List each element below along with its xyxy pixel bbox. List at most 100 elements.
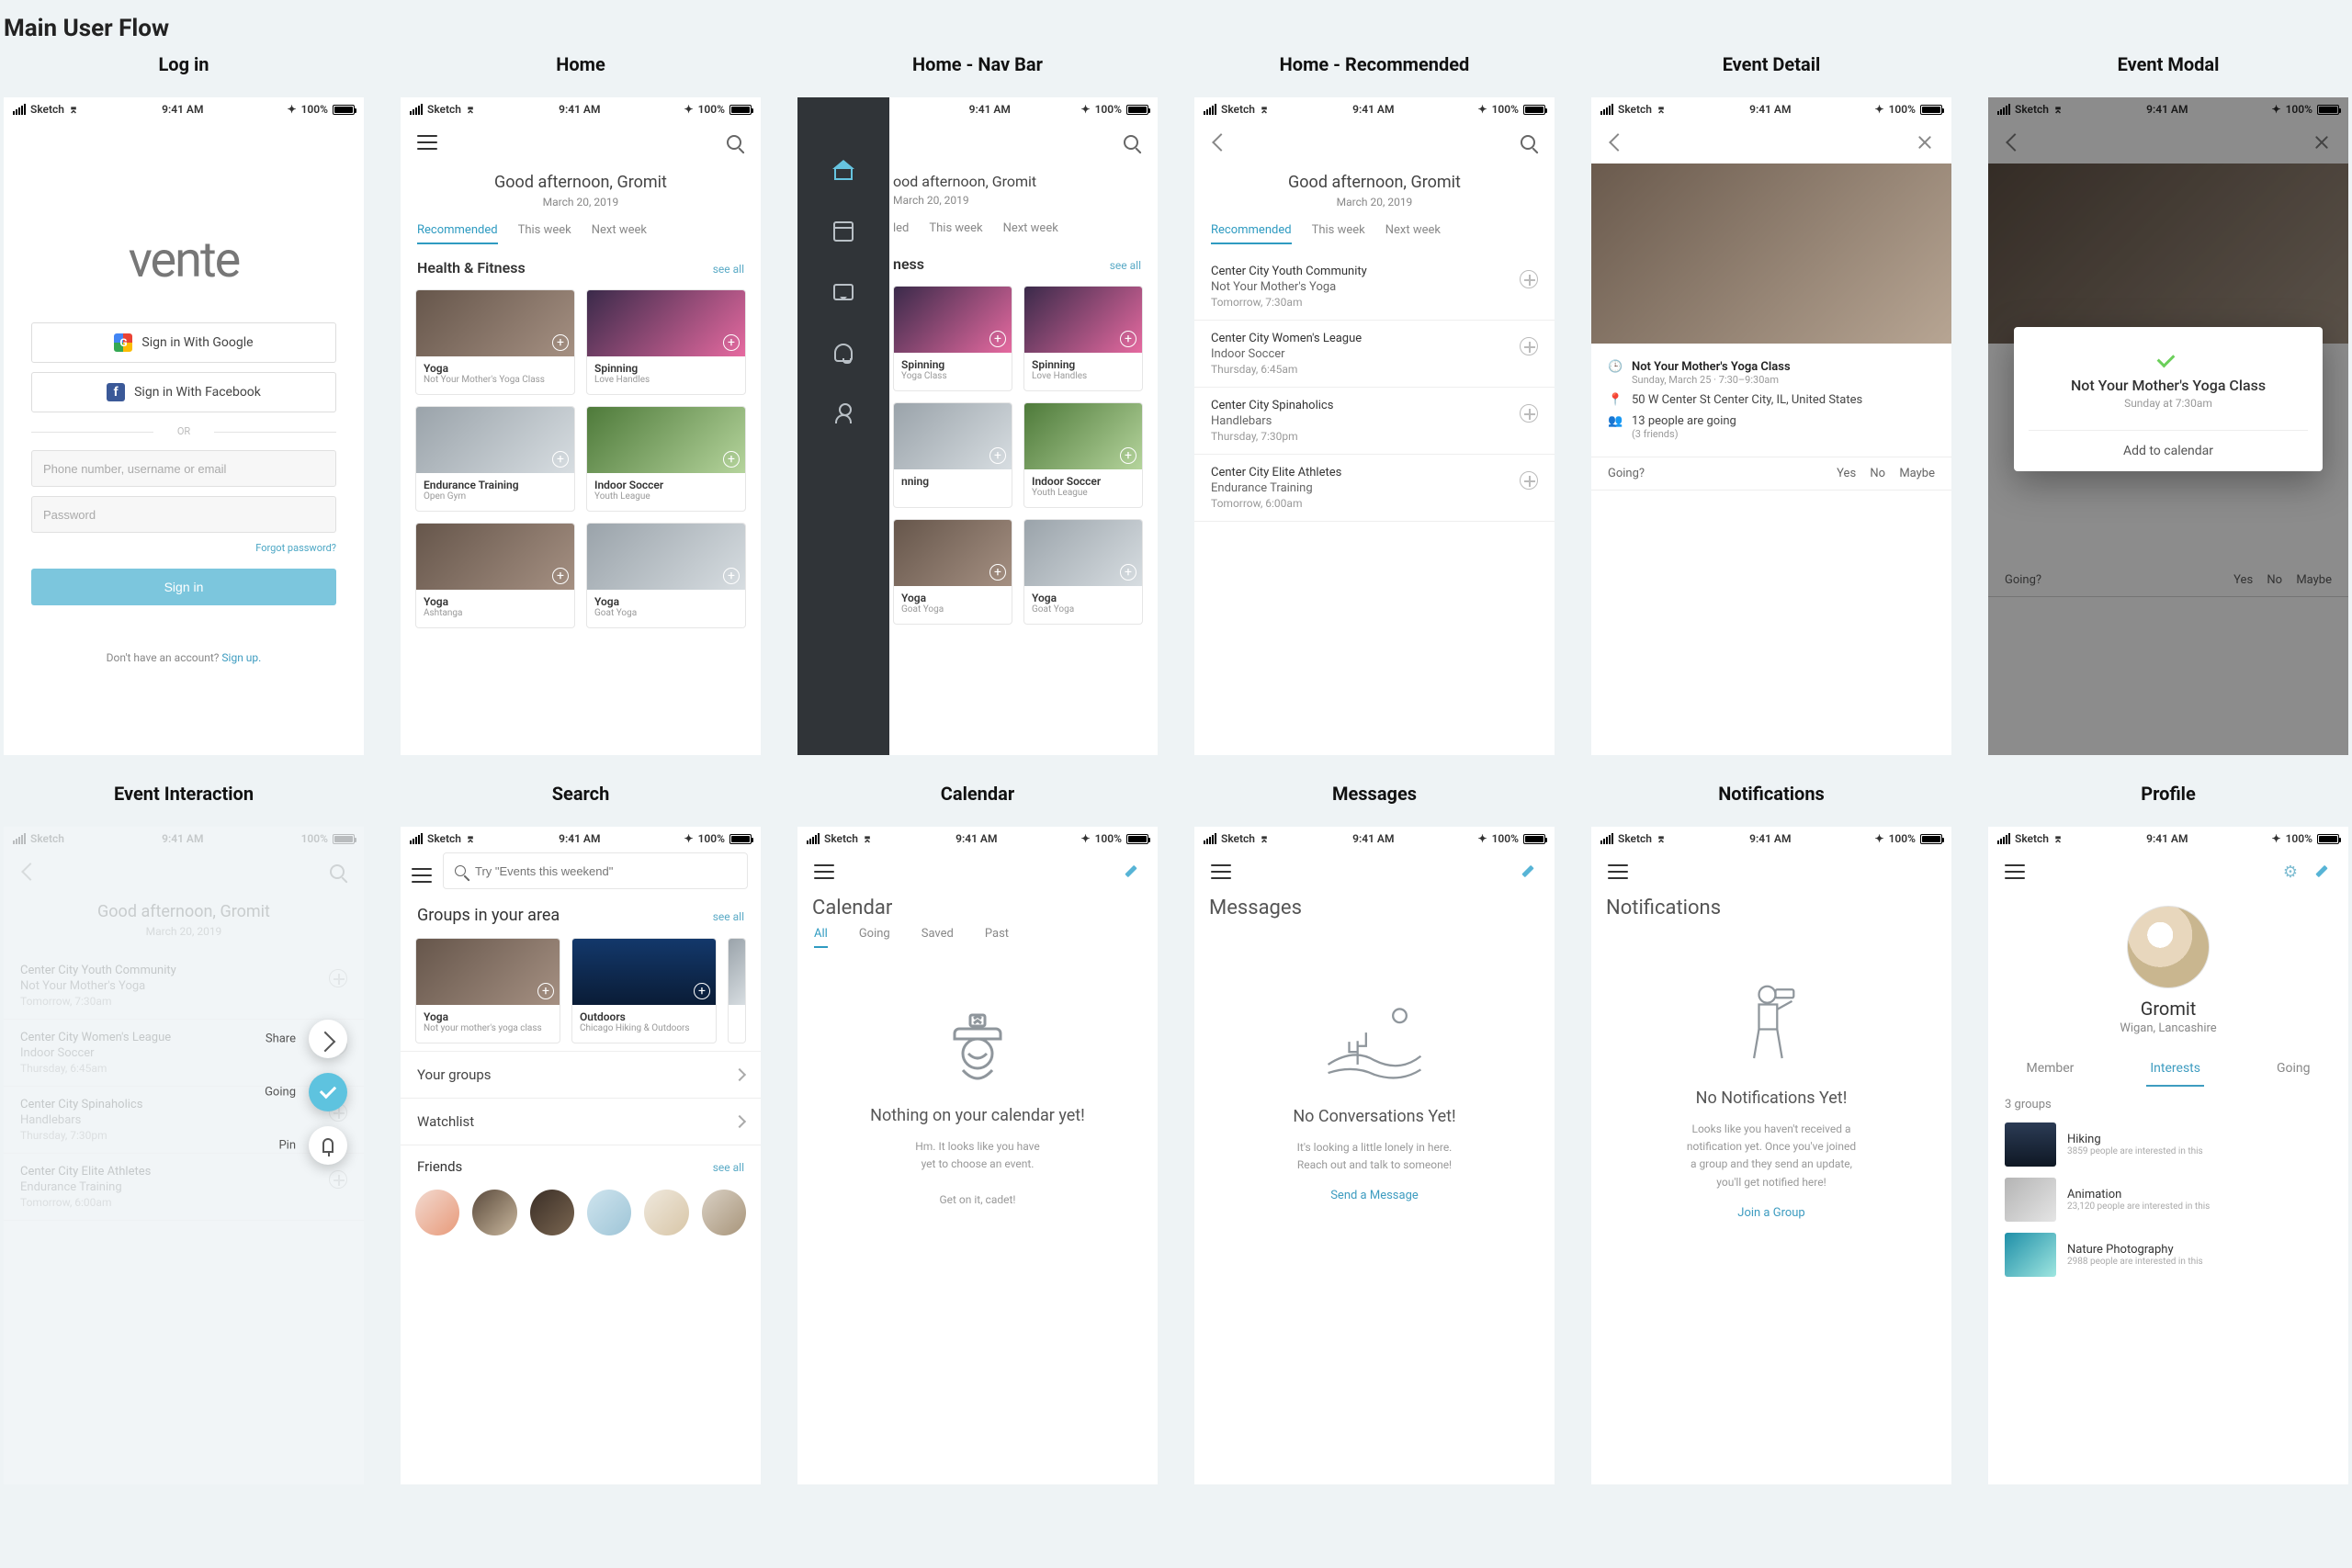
- menu-button[interactable]: [2001, 858, 2029, 886]
- add-icon[interactable]: +: [694, 983, 710, 999]
- event-card[interactable]: + SpinningLove Handles: [586, 289, 746, 395]
- add-icon[interactable]: +: [723, 451, 740, 468]
- add-button[interactable]: [1520, 471, 1538, 490]
- tab-member[interactable]: Member: [2022, 1055, 2077, 1087]
- share-button[interactable]: [309, 1020, 347, 1058]
- event-card[interactable]: + YogaGoat Yoga: [893, 519, 1012, 625]
- menu-button[interactable]: [1604, 858, 1632, 886]
- nav-notifications[interactable]: [825, 334, 862, 371]
- friend-avatar[interactable]: [587, 1190, 631, 1235]
- event-card[interactable]: + SpinningLove Handles: [1023, 286, 1143, 391]
- add-button[interactable]: [329, 1170, 347, 1189]
- interest-row[interactable]: Hiking 3859 people are interested in thi…: [1988, 1117, 2348, 1172]
- friend-avatar[interactable]: [702, 1190, 746, 1235]
- edit-profile-button[interactable]: [2308, 858, 2335, 886]
- add-to-calendar-button[interactable]: Add to calendar: [2029, 430, 2308, 471]
- add-icon[interactable]: +: [1120, 331, 1136, 347]
- rsvp-yes[interactable]: Yes: [1837, 467, 1856, 480]
- add-button[interactable]: [1520, 337, 1538, 355]
- tab-recommended[interactable]: led: [893, 221, 909, 241]
- nav-messages[interactable]: [825, 274, 862, 310]
- menu-button[interactable]: [408, 862, 435, 889]
- event-card[interactable]: + YogaAshtanga: [415, 523, 575, 628]
- tab-recommended[interactable]: Recommended: [1211, 223, 1292, 244]
- recommendation-row[interactable]: Center City Elite Athletes Endurance Tra…: [1194, 455, 1555, 522]
- add-icon[interactable]: +: [989, 331, 1006, 347]
- send-message-link[interactable]: Send a Message: [1330, 1189, 1419, 1202]
- event-card[interactable]: + YogaNot Your Mother's Yoga Class: [415, 289, 575, 395]
- menu-button[interactable]: [1207, 858, 1235, 886]
- signin-facebook-button[interactable]: fSign in With Facebook: [31, 372, 336, 412]
- tab-this-week[interactable]: This week: [1312, 223, 1365, 244]
- edit-button[interactable]: [1117, 858, 1145, 886]
- nav-profile[interactable]: [825, 395, 862, 432]
- tab-going[interactable]: Going: [2273, 1055, 2314, 1087]
- pin-button[interactable]: [309, 1126, 347, 1165]
- going-button[interactable]: [309, 1073, 347, 1111]
- see-all-link[interactable]: see all: [713, 910, 744, 923]
- recommendation-row[interactable]: Center City Spinaholics Handlebars Thurs…: [1194, 388, 1555, 455]
- interest-row[interactable]: Animation 23,120 people are interested i…: [1988, 1172, 2348, 1227]
- add-button[interactable]: [329, 969, 347, 987]
- add-icon[interactable]: +: [552, 568, 569, 584]
- friend-avatar[interactable]: [644, 1190, 688, 1235]
- search-input[interactable]: [475, 864, 736, 878]
- tab-next-week[interactable]: Next week: [1003, 221, 1058, 241]
- see-all-link[interactable]: see all: [713, 1161, 744, 1174]
- tab-all[interactable]: All: [814, 927, 828, 948]
- friend-avatar[interactable]: [415, 1190, 459, 1235]
- tab-next-week[interactable]: Next week: [1385, 223, 1441, 244]
- signup-link[interactable]: Sign up.: [221, 651, 261, 664]
- back-button[interactable]: [1604, 129, 1632, 156]
- add-button[interactable]: [1520, 404, 1538, 423]
- profile-avatar[interactable]: [2127, 906, 2210, 988]
- event-card-peek[interactable]: [728, 938, 746, 1043]
- nav-home[interactable]: [825, 152, 862, 189]
- add-icon[interactable]: +: [1120, 447, 1136, 464]
- username-input[interactable]: [31, 450, 336, 487]
- event-card[interactable]: + YogaGoat Yoga: [1023, 519, 1143, 625]
- recommendation-row[interactable]: Center City Women's League Indoor Soccer…: [1194, 321, 1555, 388]
- tab-recommended[interactable]: Recommended: [417, 223, 498, 244]
- recommendation-row[interactable]: Center City Youth Community Not Your Mot…: [1194, 254, 1555, 321]
- password-input[interactable]: [31, 496, 336, 533]
- add-icon[interactable]: +: [552, 451, 569, 468]
- add-button[interactable]: [1520, 270, 1538, 288]
- tab-this-week[interactable]: This week: [518, 223, 571, 244]
- see-all-link[interactable]: see all: [713, 263, 744, 276]
- recommendation-row[interactable]: Center City Youth Community Not Your Mot…: [4, 953, 364, 1020]
- menu-button[interactable]: [810, 858, 838, 886]
- add-icon[interactable]: +: [552, 334, 569, 351]
- event-card[interactable]: + YogaGoat Yoga: [586, 523, 746, 628]
- nav-calendar[interactable]: [825, 213, 862, 250]
- forgot-password-link[interactable]: Forgot password?: [31, 542, 336, 554]
- signin-google-button[interactable]: GSign in With Google: [31, 322, 336, 363]
- add-icon[interactable]: +: [723, 334, 740, 351]
- add-icon[interactable]: +: [723, 568, 740, 584]
- tab-interests[interactable]: Interests: [2146, 1055, 2204, 1087]
- event-card[interactable]: + YogaNot your mother's yoga class: [415, 938, 560, 1043]
- tab-this-week[interactable]: This week: [929, 221, 982, 241]
- tab-going[interactable]: Going: [859, 927, 890, 948]
- join-group-link[interactable]: Join a Group: [1737, 1206, 1804, 1220]
- event-card[interactable]: + OutdoorsChicago Hiking & Outdoors: [571, 938, 717, 1043]
- signin-button[interactable]: Sign in: [31, 569, 336, 605]
- event-card[interactable]: + nning: [893, 402, 1012, 508]
- friend-avatar[interactable]: [530, 1190, 574, 1235]
- menu-button[interactable]: [413, 129, 441, 156]
- watchlist-link[interactable]: Watchlist: [401, 1098, 761, 1145]
- event-card[interactable]: + Indoor SoccerYouth League: [586, 406, 746, 512]
- tab-past[interactable]: Past: [985, 927, 1009, 948]
- rsvp-maybe[interactable]: Maybe: [1899, 467, 1935, 480]
- tab-next-week[interactable]: Next week: [592, 223, 647, 244]
- close-button[interactable]: [1911, 129, 1939, 156]
- rsvp-no[interactable]: No: [1870, 467, 1885, 480]
- interest-row[interactable]: Nature Photography 2988 people are inter…: [1988, 1227, 2348, 1282]
- your-groups-link[interactable]: Your groups: [401, 1051, 761, 1098]
- compose-button[interactable]: [1514, 858, 1542, 886]
- back-button[interactable]: [1207, 129, 1235, 156]
- search-button[interactable]: [720, 129, 748, 156]
- search-button[interactable]: [1514, 129, 1542, 156]
- event-card[interactable]: + Endurance TrainingOpen Gym: [415, 406, 575, 512]
- search-button[interactable]: [1117, 129, 1145, 156]
